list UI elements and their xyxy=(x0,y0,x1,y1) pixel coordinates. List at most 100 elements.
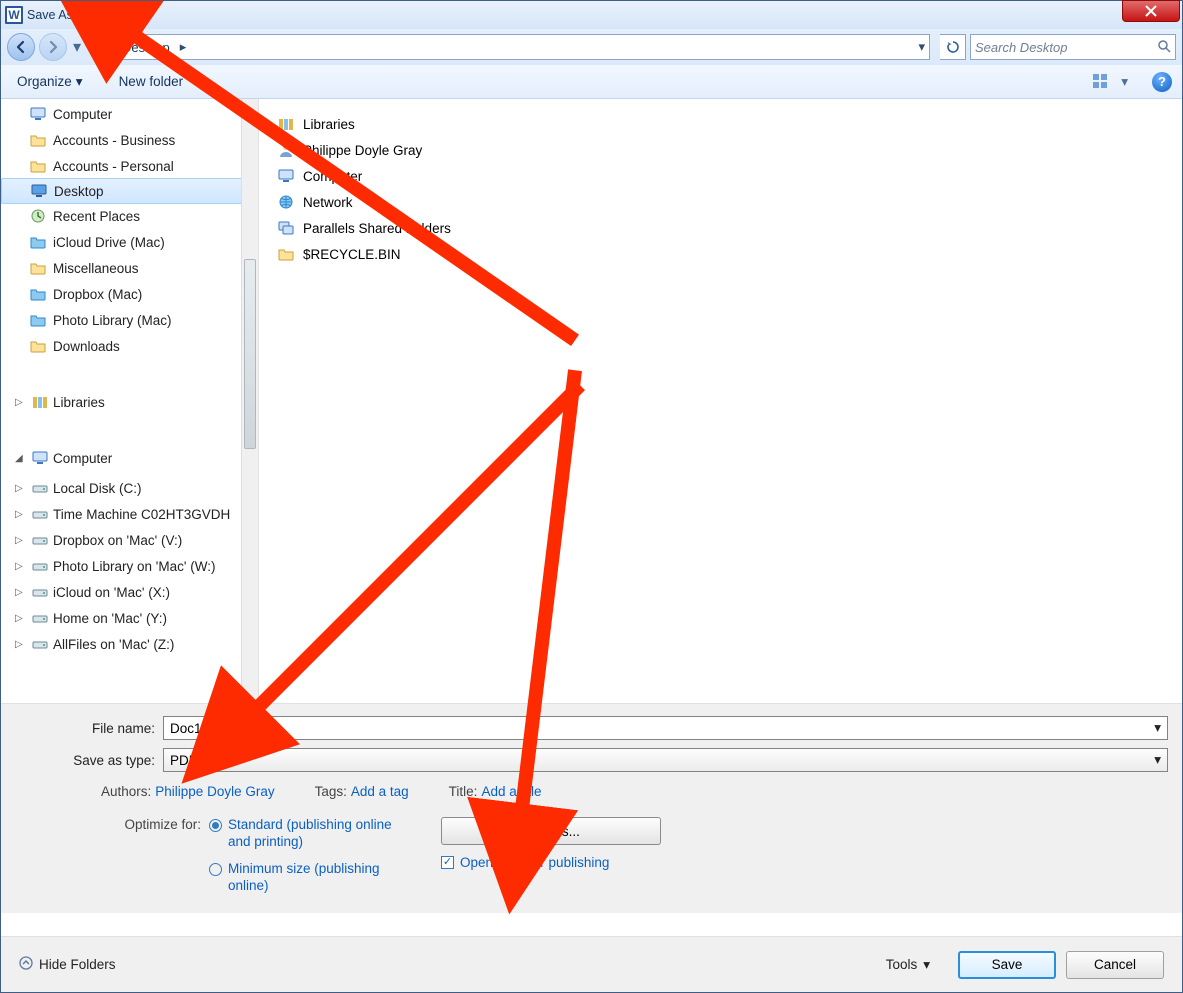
address-bar[interactable]: Desktop ▸ ▾ xyxy=(93,34,930,60)
tree-item-label: Computer xyxy=(53,451,112,466)
desktop-icon xyxy=(98,38,116,56)
bluefolder-icon xyxy=(29,233,47,251)
file-list-item[interactable]: Philippe Doyle Gray xyxy=(277,137,1164,163)
tree-item-drive[interactable]: ▷Photo Library on 'Mac' (W:) xyxy=(1,553,258,579)
authors-value[interactable]: Philippe Doyle Gray xyxy=(155,784,274,799)
collapse-icon[interactable]: ▷ xyxy=(15,397,27,408)
search-box[interactable]: Search Desktop xyxy=(970,34,1176,60)
dropdown-icon[interactable]: ▾ xyxy=(1154,752,1161,768)
breadcrumb-arrow-icon[interactable]: ▸ xyxy=(176,39,191,55)
file-list-item[interactable]: Network xyxy=(277,189,1164,215)
cancel-button[interactable]: Cancel xyxy=(1066,951,1164,979)
file-list-item[interactable]: Parallels Shared Folders xyxy=(277,215,1164,241)
drive-icon xyxy=(31,583,49,601)
forward-button[interactable] xyxy=(39,33,67,61)
nav-item[interactable]: Miscellaneous xyxy=(1,255,258,281)
nav-item[interactable]: iCloud Drive (Mac) xyxy=(1,229,258,255)
filename-input[interactable]: Doc1 ▾ xyxy=(163,716,1168,740)
organize-menu[interactable]: Organize ▾ xyxy=(11,71,89,93)
tree-item-libraries[interactable]: ▷ Libraries xyxy=(1,389,258,415)
collapse-icon[interactable]: ▷ xyxy=(15,509,27,520)
nav-item[interactable]: Recent Places xyxy=(1,203,258,229)
nav-history-dropdown-icon[interactable]: ▾ xyxy=(71,37,83,57)
collapse-icon[interactable]: ▷ xyxy=(15,587,27,598)
nav-item[interactable]: Downloads xyxy=(1,333,258,359)
authors-label: Authors: xyxy=(101,784,151,799)
file-list-item-label: $RECYCLE.BIN xyxy=(303,247,401,262)
nav-scrollbar[interactable] xyxy=(241,99,258,703)
radio-minimum[interactable]: Minimum size (publishing online) xyxy=(209,861,408,895)
tree-item-computer[interactable]: ◢ Computer xyxy=(1,445,258,471)
close-button[interactable] xyxy=(1122,0,1180,22)
filename-label: File name: xyxy=(15,721,163,736)
nav-row: ▾ Desktop ▸ ▾ Search Desktop xyxy=(1,29,1182,65)
collapse-icon[interactable]: ▷ xyxy=(15,561,27,572)
chevron-down-icon: ▾ xyxy=(923,957,930,973)
collapse-icon[interactable]: ▷ xyxy=(15,639,27,650)
collapse-icon[interactable]: ▷ xyxy=(15,483,27,494)
title-label: Title: xyxy=(449,784,478,799)
folder-icon xyxy=(29,259,47,277)
file-list-item[interactable]: Computer xyxy=(277,163,1164,189)
nav-item[interactable]: Desktop xyxy=(1,178,258,204)
nav-item[interactable]: Photo Library (Mac) xyxy=(1,307,258,333)
folder-icon xyxy=(29,337,47,355)
breadcrumb-segment[interactable]: Desktop xyxy=(118,40,174,55)
tree-item-drive[interactable]: ▷iCloud on 'Mac' (X:) xyxy=(1,579,258,605)
tags-value[interactable]: Add a tag xyxy=(351,784,409,799)
tree-item-label: Time Machine C02HT3GVDH xyxy=(53,507,230,522)
tree-item-label: Libraries xyxy=(53,395,105,410)
nav-item-label: Computer xyxy=(53,107,112,122)
share-icon xyxy=(277,219,295,237)
address-dropdown-icon[interactable]: ▾ xyxy=(918,39,925,55)
word-app-icon: W xyxy=(5,6,23,24)
tree-item-label: Dropbox on 'Mac' (V:) xyxy=(53,533,182,548)
open-after-publishing-checkbox[interactable]: ✓ Open file after publishing xyxy=(441,855,609,870)
tree-item-drive[interactable]: ▷Home on 'Mac' (Y:) xyxy=(1,605,258,631)
back-button[interactable] xyxy=(7,33,35,61)
nav-item[interactable]: Accounts - Business xyxy=(1,127,258,153)
nav-item[interactable]: Accounts - Personal xyxy=(1,153,258,179)
views-button[interactable]: ▾ xyxy=(1093,74,1128,90)
nav-item[interactable]: Dropbox (Mac) xyxy=(1,281,258,307)
nav-item-label: Miscellaneous xyxy=(53,261,139,276)
nav-item[interactable]: Computer xyxy=(1,101,258,127)
libraries-icon xyxy=(31,393,49,411)
tree-item-drive[interactable]: ▷Local Disk (C:) xyxy=(1,475,258,501)
nav-item-label: Downloads xyxy=(53,339,120,354)
collapse-icon[interactable]: ▷ xyxy=(15,535,27,546)
tree-item-drive[interactable]: ▷ AllFiles on 'Mac' (Z:) xyxy=(1,631,258,657)
collapse-icon[interactable]: ▷ xyxy=(15,613,27,624)
save-as-type-combo[interactable]: PDF ▾ xyxy=(163,748,1168,772)
file-list-item-label: Network xyxy=(303,195,353,210)
hide-folders-button[interactable]: Hide Folders xyxy=(19,956,116,973)
nav-item-label: Accounts - Business xyxy=(53,133,175,148)
file-list-item[interactable]: $RECYCLE.BIN xyxy=(277,241,1164,267)
file-list[interactable]: LibrariesPhilippe Doyle GrayComputer Netw… xyxy=(259,99,1182,703)
file-list-item[interactable]: Libraries xyxy=(277,111,1164,137)
file-list-item-label: Parallels Shared Folders xyxy=(303,221,451,236)
dropdown-icon[interactable]: ▾ xyxy=(1154,720,1161,736)
expand-icon[interactable]: ◢ xyxy=(15,453,27,464)
tree-item-drive[interactable]: ▷ Dropbox on 'Mac' (V:) xyxy=(1,527,258,553)
chevron-up-icon xyxy=(19,956,33,973)
computer-icon xyxy=(31,449,49,467)
help-button[interactable]: ? xyxy=(1152,72,1172,92)
tree-item-label: AllFiles on 'Mac' (Z:) xyxy=(53,637,174,652)
title-value[interactable]: Add a title xyxy=(481,784,541,799)
save-as-dialog: W Save As ▾ Desktop ▸ ▾ Search Desktop xyxy=(0,0,1183,993)
new-folder-button[interactable]: New folder xyxy=(113,71,190,92)
save-button[interactable]: Save xyxy=(958,951,1056,979)
tools-menu[interactable]: Tools ▾ xyxy=(886,957,930,973)
search-placeholder: Search Desktop xyxy=(975,40,1068,55)
chevron-down-icon: ▾ xyxy=(1121,74,1128,90)
titlebar: W Save As xyxy=(1,1,1182,29)
refresh-button[interactable] xyxy=(940,34,966,60)
tree-item-drive[interactable]: ▷ Time Machine C02HT3GVDH xyxy=(1,501,258,527)
save-form: File name: Doc1 ▾ Save as type: PDF ▾ Au… xyxy=(1,703,1182,913)
drive-icon xyxy=(31,479,49,497)
nav-item-label: Accounts - Personal xyxy=(53,159,174,174)
options-button[interactable]: Options... xyxy=(441,817,661,845)
radio-standard[interactable]: Standard (publishing online and printing… xyxy=(209,817,408,851)
scrollbar-thumb[interactable] xyxy=(244,259,256,449)
